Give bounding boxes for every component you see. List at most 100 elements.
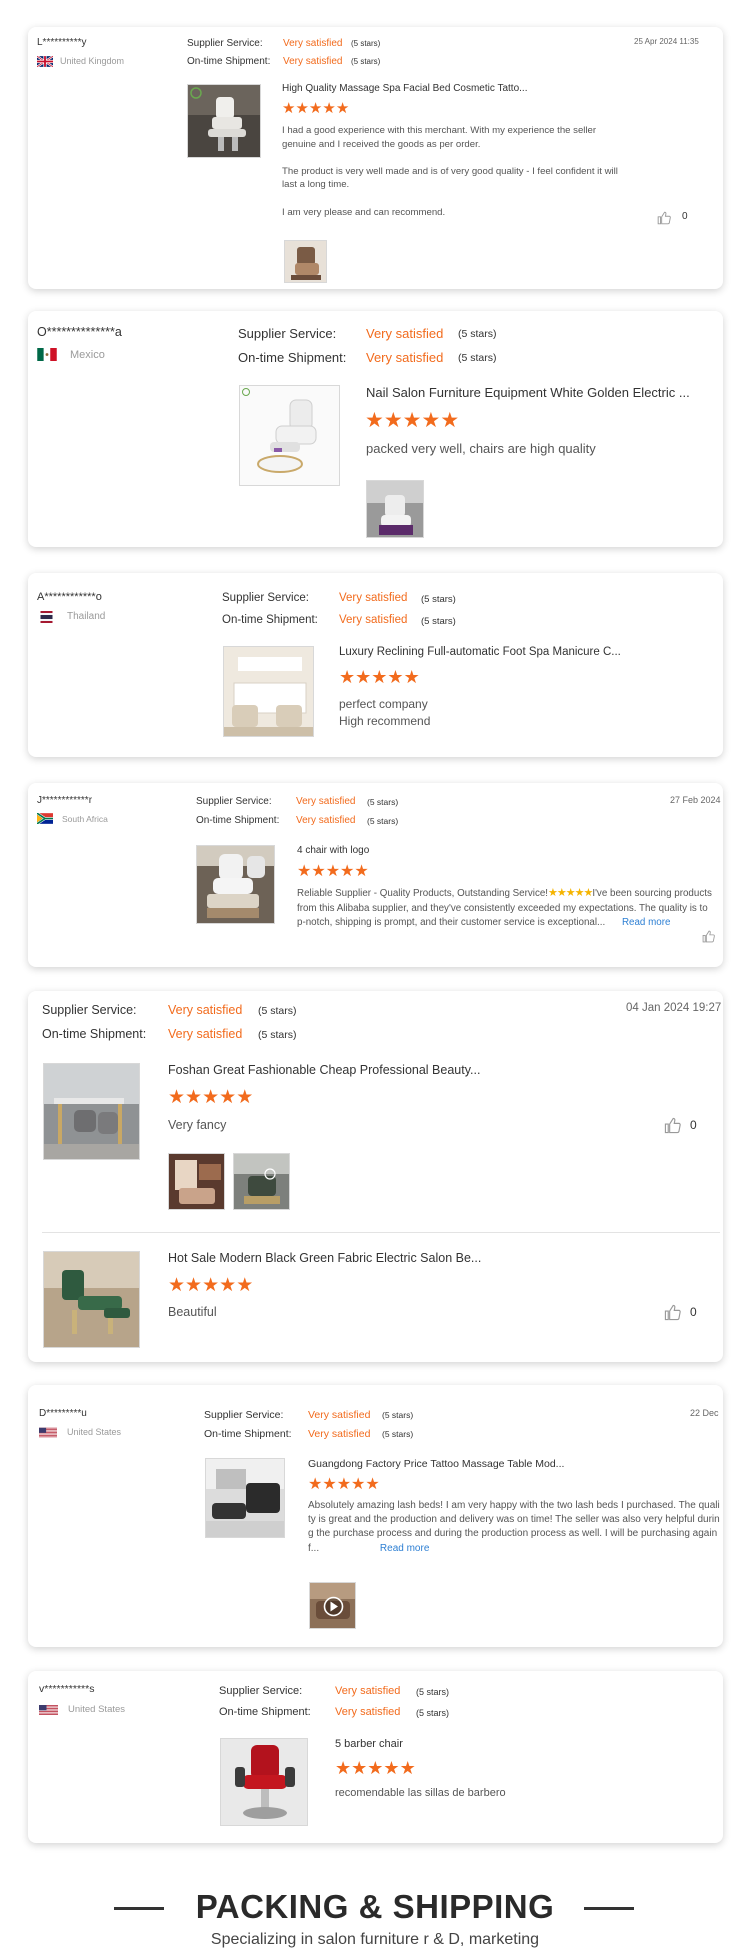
ontime-shipment-value: Very satisfied xyxy=(335,1706,401,1718)
star-icon: ★ xyxy=(339,667,356,687)
ontime-shipment-stars: (5 stars) xyxy=(458,352,497,364)
product-title[interactable]: 5 barber chair xyxy=(335,1738,403,1750)
product-title[interactable]: 4 chair with logo xyxy=(297,845,369,856)
star-icon: ★ xyxy=(351,1476,366,1493)
product-title[interactable]: Hot Sale Modern Black Green Fabric Elect… xyxy=(168,1251,481,1265)
star-icon: ★ xyxy=(340,863,355,880)
review-photo[interactable] xyxy=(366,480,424,538)
ontime-shipment-stars: (5 stars) xyxy=(351,57,381,66)
supplier-service-stars: (5 stars) xyxy=(421,594,456,605)
flag-thailand-icon xyxy=(40,611,53,623)
supplier-service-stars: (5 stars) xyxy=(382,1410,414,1420)
product-image[interactable] xyxy=(43,1063,140,1160)
star-icon: ★ xyxy=(202,1275,220,1296)
product-title[interactable]: Luxury Reclining Full-automatic Foot Spa… xyxy=(339,646,621,658)
star-icon: ★ xyxy=(311,863,326,880)
review-text-title: Reliable Supplier - Quality Products, Ou… xyxy=(297,888,549,899)
review-date: 04 Jan 2024 19:27 xyxy=(626,1002,722,1014)
review-date: 27 Feb 2024 xyxy=(670,795,721,805)
like-count: 0 xyxy=(690,1305,697,1319)
supplier-service-label: Supplier Service: xyxy=(204,1409,284,1421)
read-more-link[interactable]: Read more xyxy=(622,917,670,928)
star-icon: ★ xyxy=(387,667,404,687)
supplier-service-value: Very satisfied xyxy=(296,796,356,807)
product-image[interactable] xyxy=(239,385,340,486)
supplier-service-value: Very satisfied xyxy=(308,1409,371,1421)
reviewer-name: D*********u xyxy=(39,1408,87,1419)
item-divider xyxy=(42,1232,720,1233)
star-icon: ★ xyxy=(335,100,350,117)
flag-south-africa-icon xyxy=(37,813,53,824)
review-card-6: D*********u United States Supplier Servi… xyxy=(28,1385,723,1647)
ontime-shipment-label: On-time Shipment: xyxy=(187,56,271,67)
product-image[interactable] xyxy=(223,646,314,737)
review-photo[interactable] xyxy=(284,240,327,283)
thumbs-up-icon[interactable] xyxy=(664,1304,681,1321)
ontime-shipment-value: Very satisfied xyxy=(283,56,343,67)
ontime-shipment-stars: (5 stars) xyxy=(258,1029,297,1041)
supplier-service-value: Very satisfied xyxy=(366,326,444,341)
star-icon: ★ xyxy=(365,409,384,432)
star-icon: ★ xyxy=(185,1275,203,1296)
supplier-service-value: Very satisfied xyxy=(335,1685,401,1697)
review-text: Reliable Supplier - Quality Products, Ou… xyxy=(297,886,712,929)
product-image[interactable] xyxy=(196,845,275,924)
thumbs-up-icon[interactable] xyxy=(702,930,715,943)
review-date: 22 Dec xyxy=(690,1408,719,1418)
review-date: 25 Apr 2024 11:35 xyxy=(634,37,699,46)
star-icon: ★ xyxy=(336,1476,352,1493)
supplier-service-label: Supplier Service: xyxy=(219,1685,303,1697)
rating-stars: ★ ★ ★ ★ ★ xyxy=(282,101,349,116)
star-icon: ★ xyxy=(202,1087,220,1108)
review-card-3: A************o Thailand Supplier Service… xyxy=(28,573,723,757)
product-title[interactable]: High Quality Massage Spa Facial Bed Cosm… xyxy=(282,83,527,94)
heading-line-right xyxy=(584,1907,634,1910)
review-text: Very fancy xyxy=(168,1118,227,1132)
star-icon: ★ xyxy=(308,100,323,117)
product-image[interactable] xyxy=(205,1458,285,1538)
thumbs-up-icon[interactable] xyxy=(657,211,671,225)
star-icon: ★ xyxy=(335,1758,352,1778)
ontime-shipment-value: Very satisfied xyxy=(296,815,356,826)
supplier-service-stars: (5 stars) xyxy=(367,797,399,807)
product-title[interactable]: Foshan Great Fashionable Cheap Professio… xyxy=(168,1063,480,1077)
product-title[interactable]: Guangdong Factory Price Tattoo Massage T… xyxy=(308,1458,564,1470)
review-text-body: Absolutely amazing lash beds! I am very … xyxy=(308,1500,720,1554)
star-icon: ★ xyxy=(219,1275,237,1296)
review-card-7: v***********s United States Supplier Ser… xyxy=(28,1671,723,1843)
flag-us-icon xyxy=(39,1427,57,1438)
star-icon: ★ xyxy=(351,1758,368,1778)
rating-stars: ★ ★ ★ ★ ★ xyxy=(168,1276,253,1295)
review-text: perfect company High recommend xyxy=(339,697,431,729)
star-icon: ★ xyxy=(308,1476,323,1493)
reviewer-name: A************o xyxy=(37,591,102,603)
product-image[interactable] xyxy=(220,1738,308,1826)
star-icon: ★ xyxy=(297,863,312,880)
rating-stars: ★ ★ ★ ★ ★ xyxy=(339,668,420,686)
review-video[interactable] xyxy=(233,1153,290,1210)
reviewer-country: United States xyxy=(67,1427,122,1437)
product-image[interactable] xyxy=(43,1251,140,1348)
supplier-service-value: Very satisfied xyxy=(339,592,408,604)
reviewer-name: L**********y xyxy=(37,37,87,48)
review-video[interactable] xyxy=(309,1582,356,1629)
supplier-service-stars: (5 stars) xyxy=(258,1005,297,1017)
reviewer-country: South Africa xyxy=(62,814,108,824)
reviewer-name: J************r xyxy=(37,795,93,806)
star-icon: ★ xyxy=(168,1087,186,1108)
star-icon: ★ xyxy=(371,667,388,687)
star-icon: ★ xyxy=(355,667,372,687)
review-photo[interactable] xyxy=(168,1153,225,1210)
section-subtitle: Specializing in salon furniture r & D, m… xyxy=(210,1931,540,1948)
product-image[interactable] xyxy=(187,84,261,158)
product-title[interactable]: Nail Salon Furniture Equipment White Gol… xyxy=(366,385,690,400)
star-icon: ★ xyxy=(236,1275,254,1296)
star-icon: ★ xyxy=(295,100,309,117)
star-icon: ★ xyxy=(168,1275,186,1296)
read-more-link[interactable]: Read more xyxy=(380,1543,429,1554)
supplier-service-value: Very satisfied xyxy=(168,1003,243,1017)
star-icon: ★ xyxy=(421,409,441,432)
thumbs-up-icon[interactable] xyxy=(664,1117,681,1134)
reviewer-country: Mexico xyxy=(70,349,105,361)
star-icon: ★ xyxy=(322,1476,337,1493)
